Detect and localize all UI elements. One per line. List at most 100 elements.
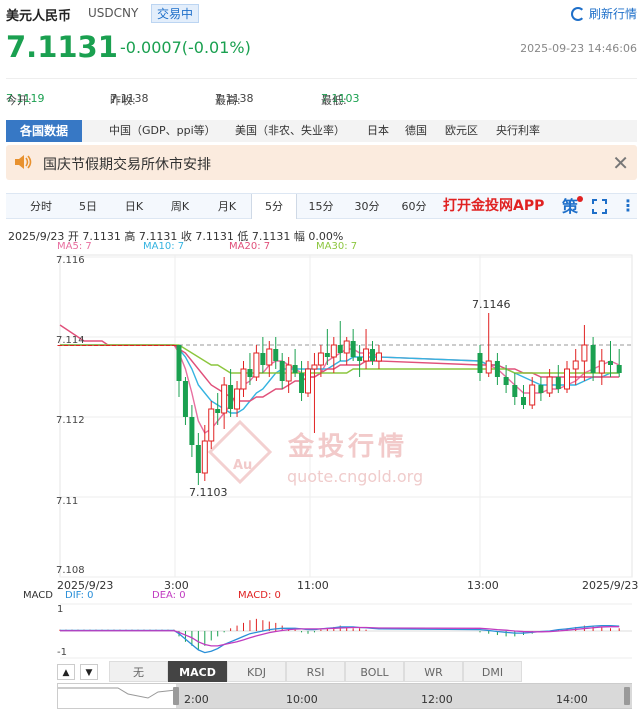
macd-axis-bottom: -1 — [57, 647, 67, 658]
candle-body — [324, 353, 330, 357]
candle-body — [87, 345, 93, 346]
candle-body — [208, 408, 215, 442]
candle-body — [477, 353, 483, 373]
candle-body — [494, 361, 500, 377]
candle-body — [337, 345, 343, 353]
candle-body — [105, 345, 111, 346]
candle-body — [299, 373, 305, 393]
watermark-brand: 金投行情 — [288, 432, 409, 462]
candle-body — [529, 384, 536, 406]
candle-body — [111, 345, 117, 346]
watermark-logo — [207, 419, 273, 485]
candle-body — [357, 357, 363, 361]
candle-body — [330, 344, 337, 358]
indicator-rsi[interactable]: RSI — [286, 661, 345, 682]
candle-body — [590, 345, 596, 373]
candle-body — [176, 345, 182, 381]
candle-body — [375, 352, 382, 362]
candle-body — [292, 365, 298, 373]
down-arrow-button[interactable]: ▼ — [80, 664, 98, 680]
candle-body — [165, 345, 171, 346]
navigator-sparkline — [58, 687, 176, 699]
candle-body — [182, 381, 188, 417]
candle-body — [228, 385, 234, 409]
navigator-time: 10:00 — [286, 693, 318, 706]
candle-body — [240, 368, 247, 390]
high-annotation: 7.1146 — [472, 298, 511, 311]
candle-body — [123, 345, 129, 346]
candle-body — [221, 384, 228, 414]
candle-body — [253, 352, 260, 378]
candle-body — [311, 364, 318, 370]
candle-body — [572, 360, 579, 370]
candle-body — [266, 348, 273, 366]
candle-body — [363, 348, 370, 362]
y-tick-label: 7.108 — [56, 565, 85, 576]
candle-body — [273, 349, 279, 361]
indicator-none[interactable]: 无 — [109, 661, 168, 682]
y-tick-label: 7.116 — [56, 255, 85, 266]
candle-body — [616, 365, 622, 373]
indicator-wr[interactable]: WR — [404, 661, 463, 682]
x-tick-label: 13:00 — [467, 579, 499, 592]
candle-body — [234, 388, 241, 410]
candle-body — [247, 369, 253, 377]
candle-body — [608, 361, 613, 365]
up-arrow-button[interactable]: ▲ — [57, 664, 75, 680]
candle-body — [285, 364, 292, 382]
indicator-boll[interactable]: BOLL — [345, 661, 404, 682]
dea-legend: DEA: 0 — [152, 590, 186, 601]
candle-body — [370, 349, 375, 361]
candle-body — [317, 352, 324, 366]
candle-body — [350, 341, 356, 357]
indicator-bar: ▲ ▼ 无 MACD KDJ RSI BOLL WR DMI — [57, 661, 637, 683]
y-tick-label: 7.112 — [56, 415, 85, 426]
plot-frame — [59, 254, 633, 578]
x-tick-label: 2025/9/23 — [582, 579, 639, 592]
y-tick-label: 7.114 — [56, 335, 85, 346]
candle-body — [305, 368, 311, 394]
candle-body — [555, 377, 561, 389]
watermark-logo-text: Au — [233, 458, 253, 473]
navigator-time: 12:00 — [421, 693, 453, 706]
candle-body — [546, 376, 553, 394]
candle-body — [159, 345, 165, 346]
macd-axis-top: 1 — [57, 604, 64, 615]
candle-body — [581, 344, 588, 362]
candle-body — [598, 360, 605, 374]
candle-body — [117, 345, 123, 346]
dif-legend: DIF: 0 — [65, 590, 94, 601]
candle-body — [171, 345, 177, 346]
candle-body — [201, 440, 208, 474]
candle-body — [538, 385, 544, 393]
candle-body — [141, 345, 147, 346]
macd-title: MACD — [23, 590, 53, 601]
candlestick-chart[interactable] — [0, 0, 643, 711]
navigator-time: 14:00 — [556, 693, 588, 706]
candle-body — [279, 361, 285, 381]
candle-body — [215, 409, 221, 413]
candle-body — [521, 397, 526, 405]
navigator-time: 2:00 — [184, 693, 209, 706]
low-annotation: 7.1103 — [189, 486, 228, 499]
dif-line — [60, 624, 620, 654]
indicator-dmi[interactable]: DMI — [463, 661, 522, 682]
candle-body — [343, 340, 350, 354]
indicator-kdj[interactable]: KDJ — [227, 661, 286, 682]
ma20-line — [59, 324, 620, 402]
macd-value-legend: MACD: 0 — [238, 590, 281, 601]
time-navigator[interactable]: 2:00 10:00 12:00 14:00 — [57, 683, 632, 709]
candle-body — [93, 345, 99, 346]
watermark-url: quote.cngold.org — [287, 467, 424, 486]
indicator-macd[interactable]: MACD — [168, 661, 227, 682]
navigator-right-handle[interactable] — [624, 687, 630, 705]
candle-body — [147, 345, 153, 346]
candle-body — [512, 385, 518, 397]
candle-body — [485, 360, 492, 374]
candle-body — [564, 368, 570, 390]
candle-body — [135, 345, 141, 346]
navigator-left-handle[interactable] — [173, 687, 179, 705]
dea-line — [60, 626, 620, 647]
candle-body — [129, 345, 135, 346]
ma5-line — [60, 344, 620, 434]
